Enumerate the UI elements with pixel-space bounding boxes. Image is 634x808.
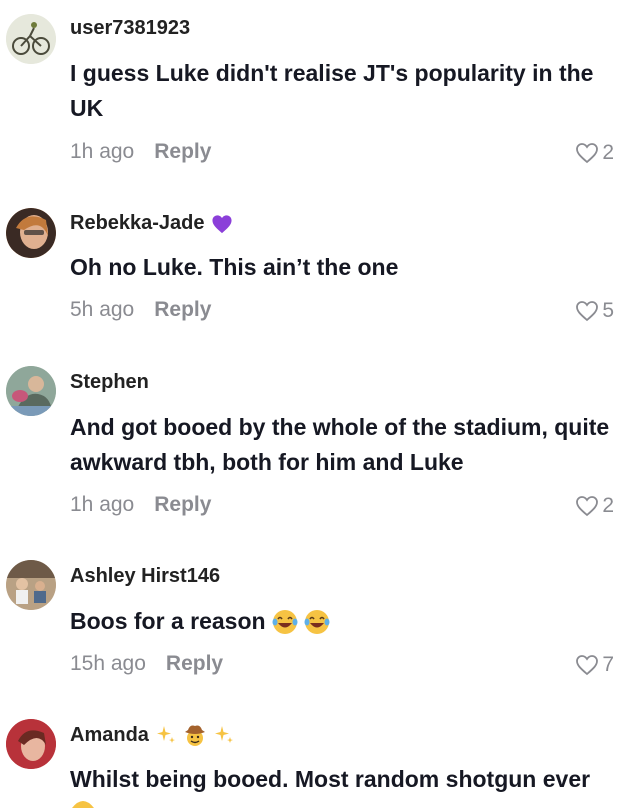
laughing-crying-emoji xyxy=(272,609,298,634)
comment-text: I guess Luke didn't realise JT's popular… xyxy=(70,60,594,121)
like-button[interactable]: 2 xyxy=(575,141,614,165)
comment-meta: 1h ago Reply xyxy=(70,493,211,517)
comment-username[interactable]: Rebekka-Jade xyxy=(70,212,233,235)
reply-button[interactable]: Reply xyxy=(154,298,211,322)
sparkles-emoji xyxy=(156,726,175,743)
comment-text: Oh no Luke. This ain’t the one xyxy=(70,254,399,280)
like-button[interactable]: 2 xyxy=(575,494,614,518)
comment-timestamp: 15h ago xyxy=(70,652,146,675)
like-count: 2 xyxy=(602,141,614,164)
avatar[interactable] xyxy=(6,560,56,610)
comment-meta: 15h ago Reply xyxy=(70,652,223,676)
cowboy-emoji xyxy=(184,725,205,746)
avatar[interactable] xyxy=(6,366,56,416)
comment-username[interactable]: Stephen xyxy=(70,371,149,394)
heart-icon xyxy=(576,301,599,322)
reply-button[interactable]: Reply xyxy=(154,140,211,164)
comment-timestamp: 5h ago xyxy=(70,298,135,321)
comment-username[interactable]: user7381923 xyxy=(70,17,190,40)
heart-icon xyxy=(576,143,599,164)
like-button[interactable]: 5 xyxy=(575,299,614,323)
comment-meta: 5h ago Reply xyxy=(70,298,211,322)
laughing-crying-emoji xyxy=(304,609,330,634)
comment-text: Boos for a reason xyxy=(70,604,618,639)
like-count: 7 xyxy=(602,653,614,676)
comment-meta: 1h ago Reply xyxy=(70,140,211,164)
reply-button[interactable]: Reply xyxy=(154,493,211,517)
purple-heart-icon xyxy=(211,214,232,233)
comment-username[interactable]: Amanda xyxy=(70,723,235,747)
heart-icon xyxy=(576,655,599,676)
comment-text: And got booed by the whole of the stadiu… xyxy=(70,414,610,475)
avatar[interactable] xyxy=(6,208,56,258)
sparkles-emoji xyxy=(214,726,233,743)
heart-icon xyxy=(576,496,599,517)
comment-timestamp: 1h ago xyxy=(70,140,135,163)
avatar[interactable] xyxy=(6,719,56,769)
avatar[interactable] xyxy=(6,14,56,64)
like-count: 2 xyxy=(602,494,614,517)
comment-timestamp: 1h ago xyxy=(70,493,135,516)
emoji-partial xyxy=(72,801,94,808)
comment-username[interactable]: Ashley Hirst146 xyxy=(70,565,220,588)
reply-button[interactable]: Reply xyxy=(166,652,223,676)
like-button[interactable]: 7 xyxy=(575,653,614,677)
comment-text: Whilst being booed. Most random shotgun … xyxy=(70,766,591,792)
like-count: 5 xyxy=(602,299,614,322)
